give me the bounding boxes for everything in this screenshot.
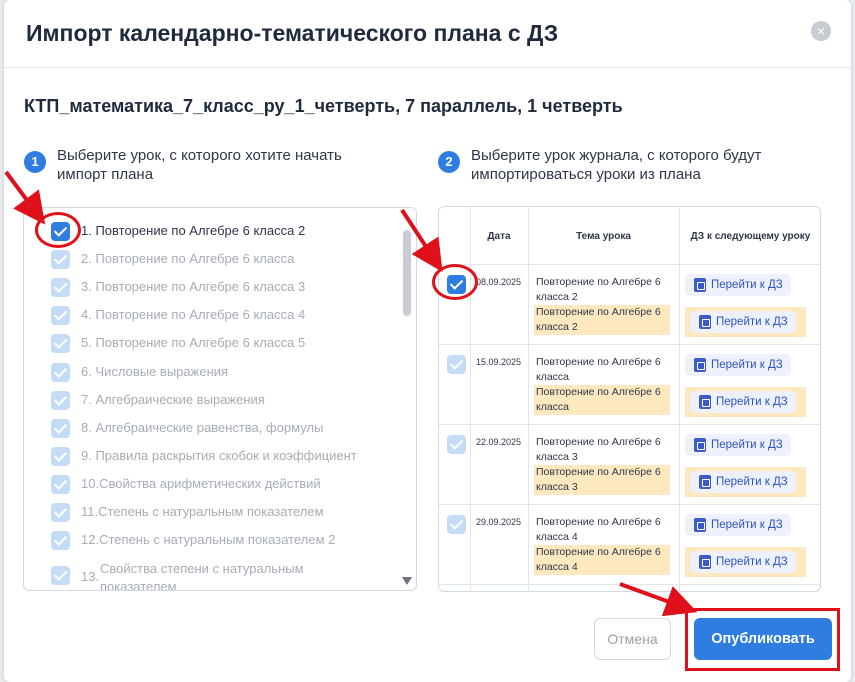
annotation-arrows xyxy=(4,170,698,617)
annotation-arrow xyxy=(619,582,698,617)
annotation-arrow xyxy=(400,208,443,273)
annotation-arrow xyxy=(4,170,46,225)
